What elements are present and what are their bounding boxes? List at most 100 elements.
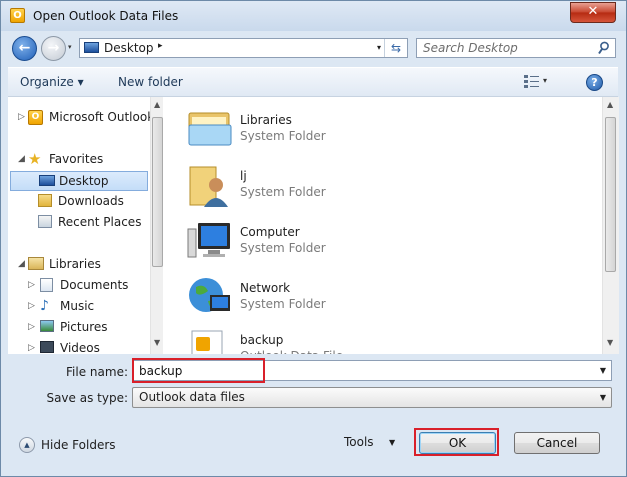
file-item-backup[interactable]: backup Outlook Data File	[186, 325, 486, 354]
recent-locations-dropdown[interactable]: ▾	[68, 43, 72, 51]
file-name: Network	[240, 281, 291, 295]
nav-item-pictures[interactable]: ▷ Pictures	[8, 318, 150, 337]
nav-item-label: Documents	[60, 278, 129, 292]
scrollbar-thumb[interactable]	[152, 117, 163, 267]
search-icon[interactable]	[598, 41, 610, 55]
expand-arrow-icon[interactable]: ▷	[28, 280, 35, 290]
address-bar[interactable]: Desktop ▸ ▾ ⇆	[79, 38, 408, 58]
file-name: lj	[240, 169, 247, 183]
nav-item-videos[interactable]: ▷ Videos	[8, 339, 150, 354]
file-type: Outlook Data File	[240, 349, 343, 354]
nav-item-label: Libraries	[49, 257, 101, 271]
file-item-network[interactable]: Network System Folder	[186, 273, 486, 323]
search-box[interactable]	[416, 38, 616, 58]
expand-arrow-icon[interactable]: ▷	[18, 112, 25, 122]
window-title: Open Outlook Data Files	[33, 9, 179, 23]
nav-item-label: Microsoft Outlook	[49, 110, 155, 124]
libraries-folder-icon	[188, 112, 232, 146]
music-icon: ♪	[40, 298, 49, 314]
address-location[interactable]: Desktop	[104, 41, 154, 55]
tools-menu-button[interactable]: Tools	[344, 435, 374, 449]
navigation-scrollbar[interactable]: ▲ ▼	[150, 97, 163, 354]
file-list-scrollbar[interactable]: ▲ ▼	[602, 97, 619, 354]
file-name: Computer	[240, 225, 300, 239]
organize-menu-button[interactable]: Organize ▾	[20, 75, 84, 89]
file-name-dropdown-icon[interactable]: ▼	[600, 366, 606, 375]
nav-item-label: Downloads	[58, 194, 124, 208]
expand-arrow-icon[interactable]: ▷	[28, 343, 35, 353]
scroll-up-arrow-icon[interactable]: ▲	[607, 100, 613, 109]
save-as-type-dropdown-icon[interactable]: ▼	[600, 393, 606, 402]
scroll-down-arrow-icon[interactable]: ▼	[607, 338, 613, 347]
outlook-app-icon: O	[10, 8, 25, 23]
refresh-button[interactable]: ⇆	[384, 39, 407, 57]
tools-dropdown-icon[interactable]: ▼	[389, 438, 395, 447]
pictures-icon	[40, 320, 54, 332]
desktop-icon	[39, 175, 55, 186]
ok-button-highlight-box	[414, 428, 499, 456]
nav-item-desktop[interactable]: Desktop	[10, 171, 148, 191]
nav-item-downloads[interactable]: Downloads	[8, 192, 150, 211]
star-icon: ★	[28, 150, 42, 168]
file-name-label: File name:	[66, 365, 128, 379]
nav-item-microsoft-outlook[interactable]: ▷ O Microsoft Outlook	[8, 108, 154, 127]
back-button[interactable]: ←	[12, 36, 37, 61]
nav-item-libraries[interactable]: ◢ Libraries	[8, 255, 150, 274]
file-item-computer[interactable]: Computer System Folder	[186, 217, 486, 267]
file-type: System Folder	[240, 185, 326, 199]
view-options-dropdown[interactable]: ▾	[543, 76, 547, 85]
file-type: System Folder	[240, 129, 326, 143]
cancel-button[interactable]: Cancel	[514, 432, 600, 454]
videos-icon	[40, 341, 54, 353]
expand-arrow-icon[interactable]: ▷	[28, 301, 35, 311]
collapse-arrow-icon[interactable]: ◢	[18, 154, 25, 164]
nav-item-favorites[interactable]: ◢ ★ Favorites	[8, 150, 150, 169]
browser-content: ▷ O Microsoft Outlook ◢ ★ Favorites Desk…	[8, 96, 619, 354]
nav-item-label: Pictures	[60, 320, 108, 334]
file-name: backup	[240, 333, 284, 347]
save-as-type-label: Save as type:	[46, 391, 128, 405]
forward-arrow-icon: →	[47, 40, 60, 56]
hide-folders-label: Hide Folders	[41, 438, 116, 452]
desktop-location-icon	[84, 42, 99, 53]
address-history-dropdown[interactable]: ▾	[377, 43, 381, 52]
documents-icon	[40, 278, 53, 292]
title-bar[interactable]: O Open Outlook Data Files ✕	[1, 1, 626, 31]
save-as-type-value: Outlook data files	[139, 390, 245, 404]
save-as-type-select[interactable]: Outlook data files ▼	[132, 387, 612, 408]
navigation-pane: ▷ O Microsoft Outlook ◢ ★ Favorites Desk…	[8, 97, 163, 354]
new-folder-button[interactable]: New folder	[118, 75, 183, 89]
user-folder-icon	[189, 166, 228, 207]
collapse-up-icon: ▲	[19, 437, 35, 453]
back-arrow-icon: ←	[18, 40, 31, 56]
file-type: System Folder	[240, 241, 326, 255]
change-view-icon[interactable]	[524, 75, 539, 88]
open-dialog-window: O Open Outlook Data Files ✕ ← → ▾ Deskto…	[0, 0, 627, 477]
command-toolbar: Organize ▾ New folder ▾ ?	[8, 67, 618, 96]
nav-item-label: Music	[60, 299, 95, 313]
file-item-lj[interactable]: lj System Folder	[186, 161, 486, 211]
nav-item-documents[interactable]: ▷ Documents	[8, 276, 150, 295]
expand-arrow-icon[interactable]: ▷	[28, 322, 35, 332]
nav-item-label: Favorites	[49, 152, 104, 166]
search-input[interactable]	[423, 40, 593, 56]
network-icon	[189, 278, 230, 312]
outlook-data-file-icon	[191, 330, 223, 354]
scroll-up-arrow-icon[interactable]: ▲	[154, 100, 160, 109]
nav-item-recent-places[interactable]: Recent Places	[8, 213, 150, 232]
scroll-down-arrow-icon[interactable]: ▼	[154, 338, 160, 347]
nav-item-music[interactable]: ▷ ♪ Music	[8, 297, 150, 316]
help-icon[interactable]: ?	[586, 74, 603, 91]
recent-places-icon	[38, 215, 52, 228]
close-button[interactable]: ✕	[570, 2, 616, 23]
scrollbar-thumb[interactable]	[605, 117, 616, 272]
collapse-arrow-icon[interactable]: ◢	[18, 259, 25, 269]
outlook-icon: O	[28, 110, 43, 125]
forward-button[interactable]: →	[41, 36, 66, 61]
refresh-icon: ⇆	[390, 41, 402, 55]
file-item-libraries[interactable]: Libraries System Folder	[186, 105, 486, 155]
nav-item-label: Videos	[60, 341, 100, 354]
computer-icon	[187, 223, 230, 258]
address-separator-chevron[interactable]: ▸	[158, 41, 163, 51]
libraries-icon	[28, 257, 44, 270]
